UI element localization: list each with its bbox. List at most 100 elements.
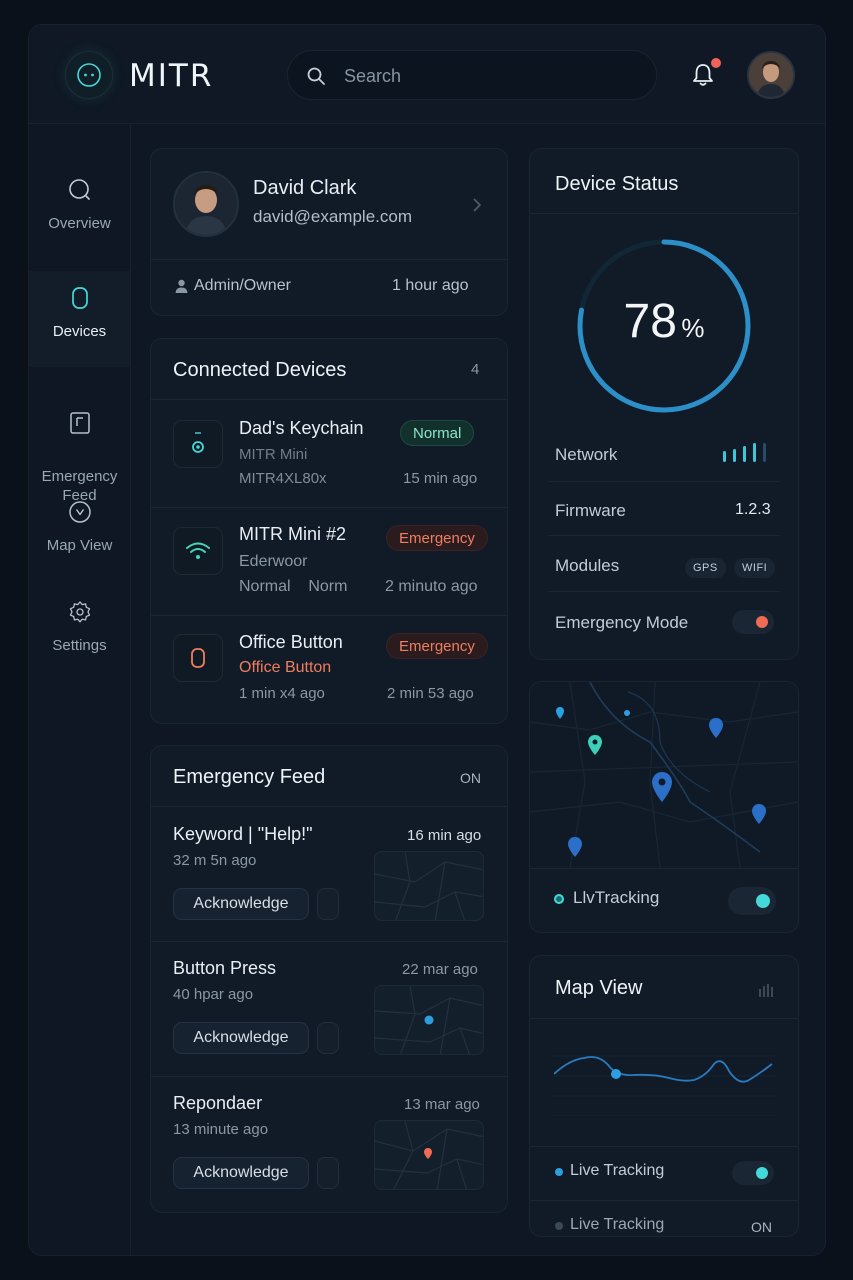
- battery-readout: 78 %: [574, 294, 754, 349]
- chevron-right-icon[interactable]: [471, 197, 483, 213]
- device-time: 2 minuto ago: [385, 578, 478, 595]
- bar-chart-icon[interactable]: [758, 983, 776, 997]
- button-device-icon: [173, 634, 223, 682]
- nav-item-overview[interactable]: Overview: [29, 177, 130, 232]
- device-time: 2 min 53 ago: [387, 685, 474, 702]
- device-row[interactable]: Dad's Keychain MITR Mini MITR4XL80x Norm…: [151, 400, 507, 507]
- app-window: MITR Overview Devices Emergency Feed Map…: [28, 24, 826, 1256]
- feed-item-time: 16 min ago: [407, 827, 482, 844]
- live-tracking-label-2: Live Tracking: [570, 1216, 665, 1233]
- tracking-label: LlvTracking: [573, 888, 660, 907]
- emergency-mode-toggle[interactable]: [732, 610, 774, 634]
- nav-item-devices[interactable]: Devices: [29, 271, 130, 367]
- profile-email: david@example.com: [253, 207, 412, 226]
- feed-item-sub: 32 m 5n ago: [173, 852, 257, 869]
- nav-item-settings[interactable]: Settings: [29, 599, 130, 654]
- battery-unit: %: [681, 313, 705, 343]
- wifi-icon: [173, 527, 223, 575]
- tracking-map[interactable]: [530, 682, 798, 868]
- map-view-title: Map View: [555, 977, 643, 999]
- map-pin-icon: [68, 501, 91, 523]
- status-badge: Normal: [400, 420, 475, 446]
- map-pin-icon: [424, 1148, 432, 1159]
- more-button[interactable]: [317, 1157, 339, 1189]
- acknowledge-button[interactable]: Acknowledge: [173, 1157, 309, 1189]
- divider: [530, 213, 798, 214]
- status-dot: [554, 894, 564, 904]
- status-dot: [555, 1222, 563, 1230]
- device-row[interactable]: Office Button Office Button 1 min x4 ago…: [151, 616, 507, 723]
- device-serial: MITR4XL80x: [239, 470, 327, 487]
- device-status-title: Device Status: [555, 173, 679, 195]
- device-name: Office Button: [239, 632, 343, 652]
- tracking-graph: [554, 1055, 776, 1116]
- device-status-card: Device Status 78 % Network Firmware 1.2.…: [529, 148, 799, 660]
- device-model: Ederwoor: [239, 553, 308, 570]
- feed-item: Button Press 22 mar ago 40 hpar ago Ackn…: [151, 942, 507, 1076]
- feed-item-time: 22 mar ago: [402, 961, 478, 978]
- nav-label-devices: Devices: [52, 323, 107, 340]
- mini-map[interactable]: [374, 851, 484, 921]
- search-icon: [68, 179, 90, 200]
- device-row[interactable]: MITR Mini #2 Ederwoor Normal Norm Emerge…: [151, 508, 507, 615]
- device-serial: Normal Norm: [239, 578, 348, 595]
- feed-item-title: Repondaer: [173, 1093, 263, 1113]
- device-icon: [71, 287, 88, 309]
- network-label: Network: [555, 445, 618, 464]
- feed-icon: [69, 412, 90, 434]
- map-pin-icon: [424, 1015, 434, 1025]
- acknowledge-button[interactable]: Acknowledge: [173, 1022, 309, 1054]
- device-model: MITR Mini: [239, 446, 308, 463]
- app-logo-text: MITR: [129, 58, 214, 94]
- emergency-feed-card: Emergency Feed ON Keyword | "Help!" 16 m…: [150, 745, 508, 1213]
- user-icon: [175, 279, 188, 293]
- user-avatar[interactable]: [747, 51, 795, 99]
- acknowledge-button[interactable]: Acknowledge: [173, 888, 309, 920]
- device-count: 4: [471, 361, 480, 378]
- feed-item-title: Keyword | "Help!": [173, 824, 313, 844]
- firmware-value: 1.2.3: [735, 501, 771, 518]
- module-badge-gps: GPS: [685, 558, 726, 578]
- device-name: MITR Mini #2: [239, 524, 347, 544]
- search-input[interactable]: [344, 63, 634, 89]
- firmware-label: Firmware: [555, 501, 626, 520]
- status-badge: Emergency: [386, 633, 488, 659]
- profile-avatar: [173, 171, 239, 237]
- divider: [530, 868, 798, 869]
- live-tracking-state[interactable]: ON: [751, 1219, 772, 1235]
- more-button[interactable]: [317, 888, 339, 920]
- live-tracking-label: Live Tracking: [570, 1162, 665, 1179]
- nav-item-map-view[interactable]: Map View: [29, 499, 130, 554]
- nav-item-emergency-feed[interactable]: Emergency Feed: [29, 391, 130, 505]
- connected-devices-card: Connected Devices 4 Dad's Keychain MITR …: [150, 338, 508, 724]
- mini-map[interactable]: [374, 985, 484, 1055]
- feed-state[interactable]: ON: [460, 770, 481, 786]
- keychain-icon: [173, 420, 223, 468]
- notification-dot: [711, 58, 721, 68]
- gear-icon: [69, 601, 90, 623]
- search-icon: [307, 67, 325, 85]
- nav-label-map-view: Map View: [46, 537, 113, 554]
- logo-icon: [65, 51, 113, 99]
- device-name: Dad's Keychain: [239, 418, 364, 438]
- sidebar: Overview Devices Emergency Feed Map View…: [29, 125, 131, 1255]
- nav-label-settings: Settings: [52, 637, 107, 654]
- status-dot: [555, 1168, 563, 1176]
- divider: [530, 1018, 798, 1019]
- battery-value: 78: [623, 295, 677, 348]
- device-serial: 1 min x4 ago: [239, 685, 325, 702]
- signal-bars-icon: [723, 443, 766, 462]
- feed-item: Keyword | "Help!" 16 min ago 32 m 5n ago…: [151, 807, 507, 941]
- divider: [548, 481, 780, 482]
- tracking-toggle[interactable]: [728, 887, 776, 915]
- search-bar[interactable]: [287, 50, 657, 100]
- more-button[interactable]: [317, 1022, 339, 1054]
- live-tracking-toggle[interactable]: [732, 1161, 774, 1185]
- profile-card[interactable]: David Clark david@example.com Admin/Owne…: [150, 148, 508, 316]
- emergency-feed-title: Emergency Feed: [173, 766, 326, 788]
- nav-label-overview: Overview: [48, 215, 111, 232]
- divider: [548, 591, 780, 592]
- profile-role: Admin/Owner: [194, 277, 291, 294]
- map-pin-icon: [624, 710, 630, 716]
- mini-map[interactable]: [374, 1120, 484, 1190]
